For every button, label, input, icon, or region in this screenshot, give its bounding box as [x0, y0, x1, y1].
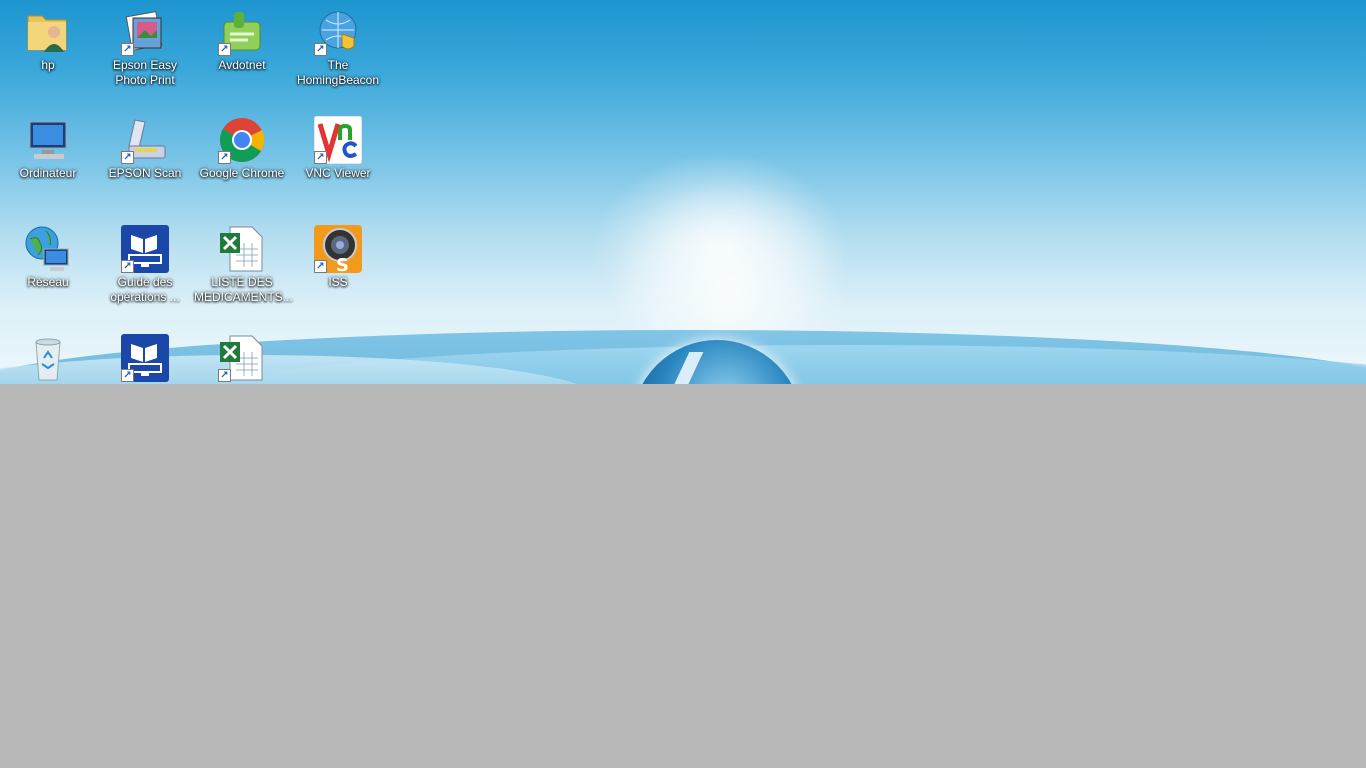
desktop-icon-label: The HomingBeacon: [296, 58, 380, 87]
desktop-icon-label: Réseau: [27, 275, 69, 289]
desktop-icon-label: EPSON Scan: [108, 166, 182, 180]
desktop-icon-label: Avdotnet: [218, 58, 266, 72]
recycle-bin-icon: [24, 334, 72, 382]
desktop-icon-liste-des-medicaments[interactable]: LISTE DES MEDICAMENTS...: [194, 225, 293, 305]
desktop-icon-vnc-viewer[interactable]: ↗ VNC Viewer: [290, 115, 386, 181]
network-icon: [24, 225, 72, 273]
scanner-icon: ↗: [121, 116, 169, 164]
desktop-wallpaper: hp ↗ Epson Easy Photo Print ↗ Avdotnet ↗…: [0, 0, 1366, 384]
desktop-icon-reseau[interactable]: Réseau: [0, 225, 96, 290]
shortcut-arrow-icon: ↗: [314, 151, 327, 164]
shortcut-arrow-icon: ↗: [218, 43, 231, 56]
desktop-icon-label: Google Chrome: [199, 166, 285, 180]
desktop-icon-ordinateur[interactable]: Ordinateur: [0, 116, 96, 181]
epson-easy-photo-print-icon: ↗: [121, 8, 169, 56]
shortcut-arrow-icon: ↗: [121, 260, 134, 273]
chrome-icon: ↗: [218, 116, 266, 164]
desktop-icon-label: Ordinateur: [19, 166, 77, 180]
desktop-icon-iss[interactable]: S ↗ ISS: [290, 225, 386, 290]
desktop-icon-label: LISTE DES MEDICAMENTS...: [194, 275, 293, 304]
vnc-viewer-icon: ↗: [313, 115, 363, 165]
excel-file-icon: [218, 225, 266, 273]
desktop-icon-avdotnet[interactable]: ↗ Avdotnet: [194, 8, 290, 73]
shortcut-arrow-icon: ↗: [314, 43, 327, 56]
excel-file-icon: ↗: [218, 334, 266, 382]
user-folder-icon: [24, 8, 72, 56]
shortcut-arrow-icon: ↗: [218, 369, 231, 382]
desktop-icon-label: hp: [41, 58, 55, 72]
svg-text:S: S: [336, 255, 349, 273]
desktop-icon-homingbeacon[interactable]: ↗ The HomingBeacon: [290, 8, 386, 88]
shortcut-arrow-icon: ↗: [121, 369, 134, 382]
epson-guide-icon: ↗: [121, 334, 169, 382]
avdotnet-icon: ↗: [218, 8, 266, 56]
desktop-icon-epson-guide-2[interactable]: ↗: [97, 334, 193, 384]
shortcut-arrow-icon: ↗: [121, 43, 134, 56]
shortcut-arrow-icon: ↗: [121, 151, 134, 164]
homingbeacon-icon: ↗: [314, 8, 362, 56]
desktop-icon-label: Epson Easy Photo Print: [112, 58, 178, 87]
desktop-icon-recycle-bin[interactable]: [0, 334, 96, 384]
shortcut-arrow-icon: ↗: [314, 260, 327, 273]
desktop-icon-epson-easy-photo-print[interactable]: ↗ Epson Easy Photo Print: [97, 8, 193, 88]
desktop-icon-guide-des-operations[interactable]: ↗ Guide des opérations ...: [97, 225, 193, 305]
iss-camera-icon: S ↗: [314, 225, 362, 276]
desktop-icon-label: Guide des opérations ...: [110, 275, 180, 304]
epson-guide-icon: ↗: [121, 225, 169, 273]
desktop-icon-excel-shortcut[interactable]: ↗: [194, 334, 290, 384]
desktop-icon-label: VNC Viewer: [305, 166, 371, 180]
desktop-icon-google-chrome[interactable]: ↗ Google Chrome: [194, 116, 290, 181]
desktop-icon-label: ISS: [328, 275, 348, 289]
unrendered-screen-area: [0, 384, 1366, 768]
computer-icon: [24, 116, 72, 164]
desktop-icon-epson-scan[interactable]: ↗ EPSON Scan: [97, 116, 193, 181]
shortcut-arrow-icon: ↗: [218, 151, 231, 164]
desktop-icon-hp[interactable]: hp: [0, 8, 96, 73]
